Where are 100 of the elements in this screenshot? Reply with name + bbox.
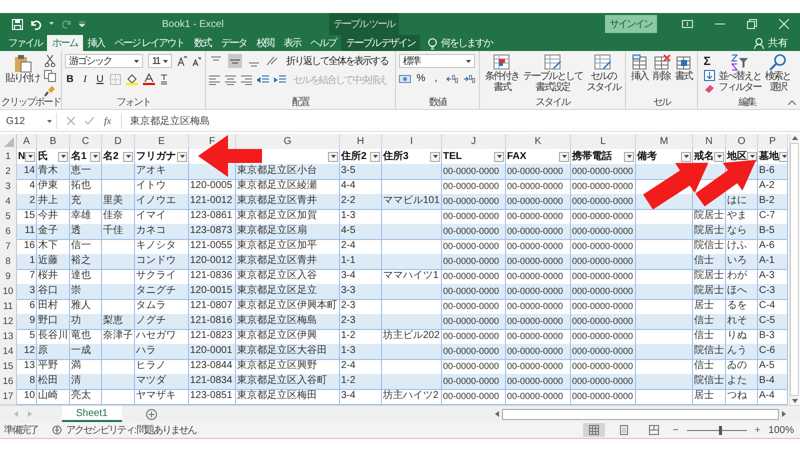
scroll-left-icon[interactable] <box>495 411 499 417</box>
ribbon-tab[interactable]: ホーム <box>47 35 82 51</box>
filter-button[interactable] <box>430 152 440 162</box>
conditional-format-button[interactable]: 条件付き 書式 <box>484 54 519 93</box>
row-header[interactable]: 1 <box>0 149 17 165</box>
borders-icon[interactable] <box>110 74 121 84</box>
lightbulb-icon[interactable] <box>428 38 438 50</box>
cut-icon[interactable] <box>44 55 56 67</box>
row-header[interactable]: 9 <box>0 269 17 285</box>
accessibility-icon[interactable] <box>52 425 63 435</box>
font-color-icon[interactable] <box>143 73 155 85</box>
row-header[interactable]: 17 <box>0 389 17 405</box>
filter-button[interactable] <box>370 152 380 162</box>
row-header[interactable]: 15 <box>0 359 17 375</box>
row-header[interactable]: 6 <box>0 224 17 240</box>
cell-styles-button[interactable]: セルの スタイル <box>586 54 620 93</box>
filter-button[interactable] <box>328 152 338 162</box>
increase-decimal-icon[interactable] <box>446 74 458 84</box>
row-header[interactable]: 10 <box>0 284 17 300</box>
increase-indent-icon[interactable] <box>274 75 286 85</box>
filter-button[interactable] <box>25 152 36 162</box>
share-button[interactable]: 共有 <box>768 35 788 51</box>
sheet-tab[interactable]: Sheet1 <box>62 406 122 422</box>
delete-cells-button[interactable]: 削除 <box>652 54 670 82</box>
font-size-dropdown[interactable]: 11 <box>148 54 172 68</box>
ribbon-tab[interactable]: 数式 <box>188 35 216 51</box>
row-header[interactable]: 2 <box>0 164 17 180</box>
orientation-icon[interactable] <box>266 55 279 67</box>
scroll-down-icon[interactable] <box>792 399 798 403</box>
filter-button[interactable] <box>624 152 634 162</box>
filter-button[interactable] <box>714 152 724 162</box>
restore-icon[interactable] <box>747 19 757 29</box>
row-header[interactable]: 14 <box>0 344 17 360</box>
fill-color-icon[interactable] <box>126 73 138 85</box>
minimize-icon[interactable] <box>715 23 725 25</box>
filter-button[interactable] <box>123 152 133 162</box>
sort-filter-button[interactable]: 並べ替えと フィルター <box>718 54 761 93</box>
currency-icon[interactable] <box>399 74 411 84</box>
person-icon[interactable] <box>754 38 765 48</box>
shrink-font-icon[interactable] <box>192 56 201 66</box>
row-header[interactable]: 8 <box>0 254 17 270</box>
close-icon[interactable] <box>779 19 789 29</box>
sign-in-button[interactable]: サインイン <box>604 15 657 33</box>
save-icon[interactable] <box>12 18 23 30</box>
row-header[interactable]: 3 <box>0 179 17 195</box>
filter-button[interactable] <box>58 152 68 162</box>
phonetic-icon[interactable] <box>160 73 168 85</box>
tell-me-field[interactable]: 何をしますか <box>441 35 492 51</box>
row-header[interactable]: 7 <box>0 239 17 255</box>
grow-font-icon[interactable] <box>177 56 187 66</box>
filter-button[interactable] <box>177 152 187 162</box>
autosum-button[interactable]: Σ <box>704 55 714 67</box>
filter-button[interactable] <box>747 152 757 162</box>
filter-button[interactable] <box>494 152 504 162</box>
number-format-dropdown[interactable]: 標準 <box>399 54 475 68</box>
ribbon-display-icon[interactable] <box>682 20 693 28</box>
ribbon-tab[interactable]: テーブル デザイン <box>340 35 420 51</box>
filter-button[interactable] <box>559 152 569 162</box>
caret-icon[interactable] <box>49 22 54 26</box>
filter-button[interactable] <box>681 152 691 162</box>
align-left-icon[interactable] <box>209 75 220 85</box>
row-header[interactable]: 13 <box>0 329 17 345</box>
row-header[interactable]: 5 <box>0 209 17 225</box>
comma-button[interactable]: , <box>431 73 441 84</box>
slider-thumb[interactable] <box>718 426 722 434</box>
ribbon-tab[interactable]: 挿入 <box>82 35 110 51</box>
horizontal-scrollbar[interactable] <box>493 408 788 420</box>
ribbon-tab[interactable]: ファイル <box>3 35 47 51</box>
formula-field[interactable]: 東京都足立区梅島 <box>121 113 800 129</box>
scroll-up-icon[interactable] <box>792 136 798 140</box>
row-header[interactable]: 11 <box>0 299 17 315</box>
scroll-right-icon[interactable] <box>782 411 786 417</box>
normal-view-icon[interactable] <box>582 423 605 437</box>
zoom-level[interactable]: 100% <box>768 424 794 436</box>
bold-button[interactable]: B <box>65 74 75 84</box>
align-center-icon[interactable] <box>225 75 236 85</box>
format-as-table-button[interactable]: テーブルとして 書式設定 <box>522 54 582 93</box>
font-name-dropdown[interactable]: 游ゴシック <box>65 54 143 68</box>
wrap-text-button[interactable]: 折り返して全体を表示する <box>286 54 388 68</box>
insert-cells-button[interactable]: 挿入 <box>630 54 648 82</box>
align-right-icon[interactable] <box>241 75 252 85</box>
format-cells-button[interactable]: 書式 <box>674 54 692 82</box>
undo-icon[interactable] <box>30 18 42 30</box>
add-sheet-icon[interactable] <box>146 408 157 420</box>
decrease-indent-icon[interactable] <box>257 75 269 85</box>
ribbon-tab[interactable]: 校閲 <box>251 35 278 51</box>
collapse-ribbon-icon[interactable] <box>788 100 796 105</box>
ribbon-tab[interactable]: ヘルプ <box>305 35 341 51</box>
row-header[interactable]: 16 <box>0 374 17 390</box>
italic-button[interactable]: I <box>80 74 90 84</box>
filter-button[interactable] <box>90 152 100 162</box>
brush-icon[interactable] <box>44 85 56 97</box>
ribbon-tab[interactable]: ページ レイアウト <box>110 35 189 51</box>
accessibility-status[interactable]: アクセシビリティ: 問題ありません <box>66 423 196 437</box>
zoom-out-button[interactable]: − <box>672 424 679 436</box>
ribbon-tab[interactable]: データ <box>216 35 252 51</box>
percent-button[interactable]: % <box>416 73 426 84</box>
eraser-icon[interactable] <box>704 84 714 93</box>
zoom-in-button[interactable]: + <box>754 424 760 436</box>
row-header[interactable]: 4 <box>0 194 17 210</box>
